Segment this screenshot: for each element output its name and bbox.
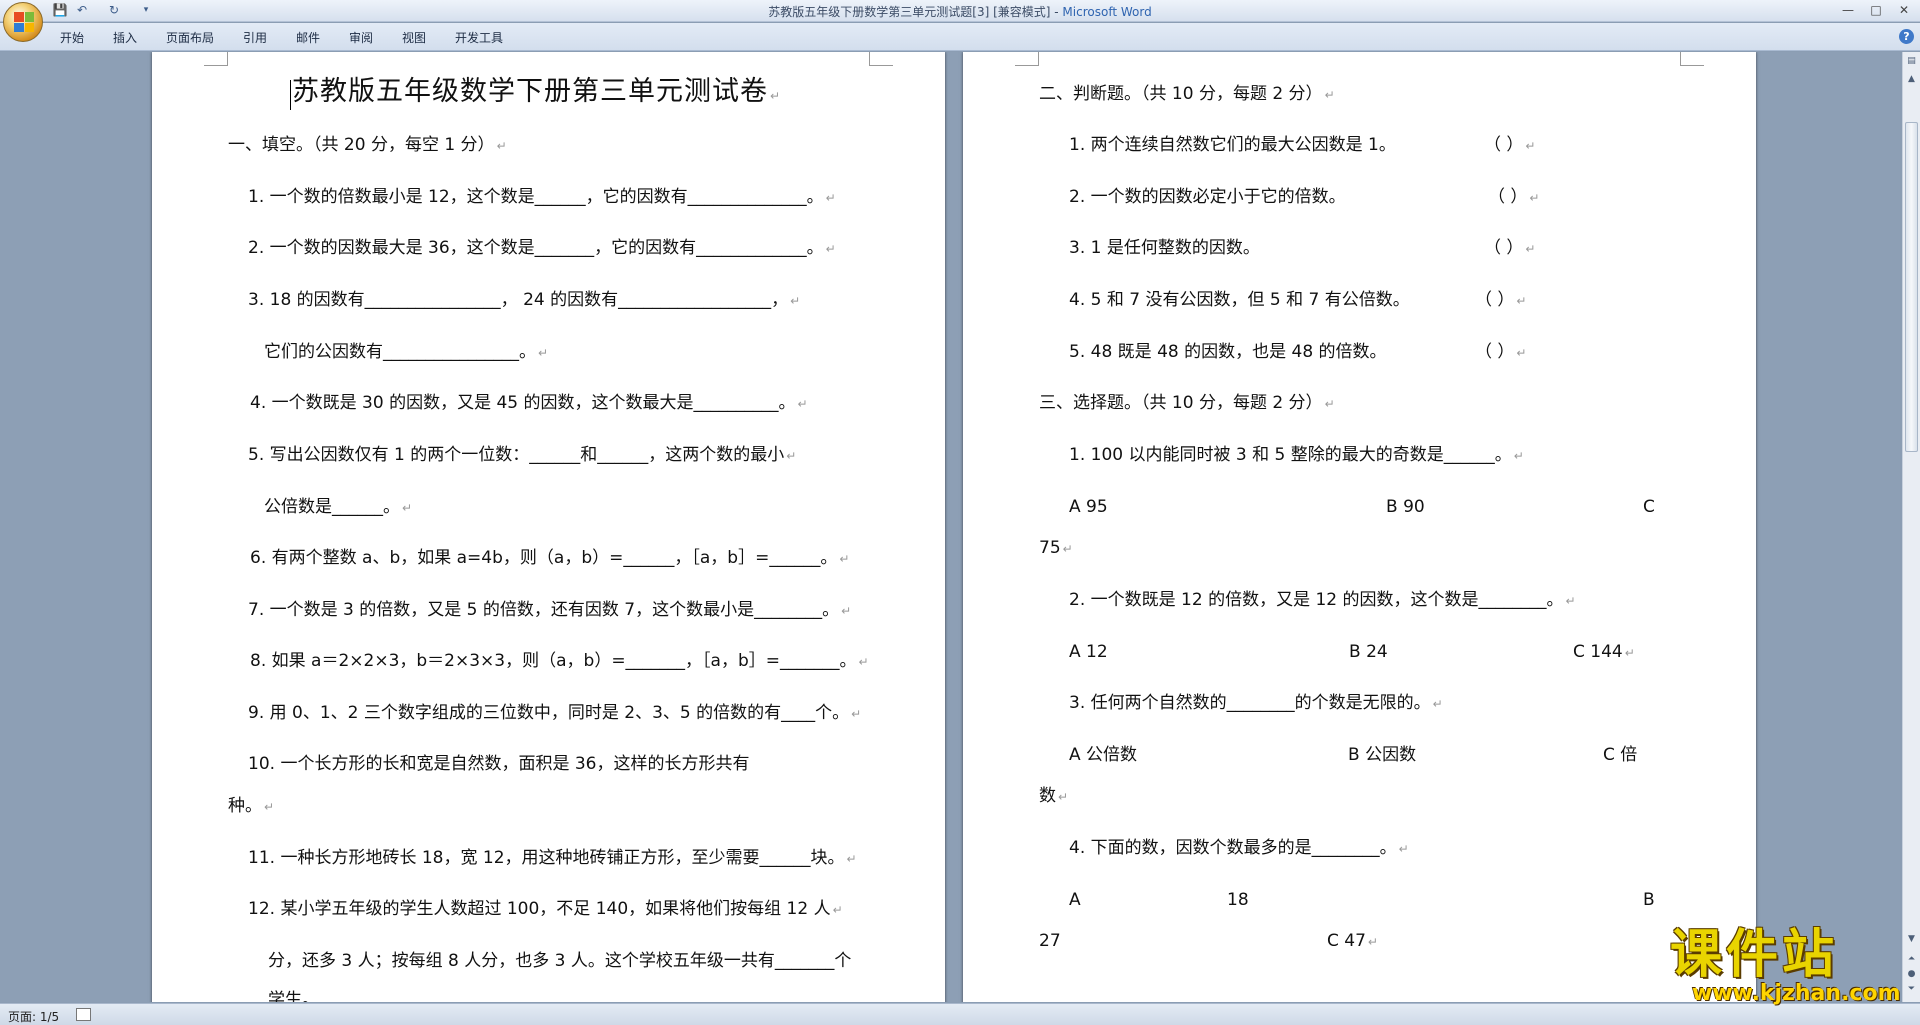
question-line: 种。 ↵ <box>228 796 275 816</box>
minimize-button[interactable]: — <box>1836 2 1860 18</box>
document-page-2[interactable]: 二、判断题。（共 10 分，每题 2 分） ↵ 1. 两个连续自然数它们的最大公因… <box>963 52 1756 1002</box>
question-line: 2. 一个数的因数必定小于它的倍数。 <box>1069 187 1346 207</box>
answer-bracket[interactable]: （ ） ↵ <box>1475 288 1526 313</box>
question-line: 2. 一个数既是 12 的倍数，又是 12 的因数，这个数是________。 ↵ <box>1069 590 1576 610</box>
answer-bracket[interactable]: （ ） ↵ <box>1484 133 1535 158</box>
question-line: 10. 一个长方形的长和宽是自然数，面积是 36，这样的长方形共有 <box>248 754 750 774</box>
help-icon[interactable]: ? <box>1899 29 1914 44</box>
page-title: 苏教版五年级数学下册第三单元测试卷 ↵ <box>292 76 782 107</box>
question-line: 8. 如果 a＝2×2×3，b＝2×3×3，则（a，b）=_______，［a，… <box>250 651 869 671</box>
status-bar: 页面: 1/5 <box>0 1003 1920 1025</box>
question-line: 12. 某小学五年级的学生人数超过 100，不足 140，如果将他们按每组 12… <box>248 899 843 919</box>
scroll-up-icon[interactable]: ▲ <box>1905 72 1918 86</box>
watermark-logo: 课件站 www.kjzhan.com <box>1670 925 1905 1006</box>
browse-object-icon[interactable]: ● <box>1905 967 1918 981</box>
option-c-value: 75 ↵ <box>1039 538 1073 558</box>
tab-developer[interactable]: 开发工具 <box>455 29 503 46</box>
previous-page-icon[interactable]: ⏶ <box>1905 952 1918 966</box>
option-b: B 90 <box>1386 497 1425 517</box>
question-line: 11. 一种长方形地砖长 18，宽 12，用这种地砖铺正方形，至少需要_____… <box>248 848 857 868</box>
answer-bracket[interactable]: （ ） ↵ <box>1475 340 1526 365</box>
question-line: 1. 一个数的倍数最小是 12，这个数是______，它的因数有________… <box>248 187 836 207</box>
tab-view[interactable]: 视图 <box>402 29 426 46</box>
question-line: 3. 任何两个自然数的________的个数是无限的。 ↵ <box>1069 693 1443 713</box>
question-line: 1. 100 以内能同时被 3 和 5 整除的最大的奇数是______。 ↵ <box>1069 445 1524 465</box>
option-b: B <box>1643 890 1655 910</box>
section-heading: 三、选择题。（共 10 分，每题 2 分） ↵ <box>1039 393 1335 413</box>
tab-mailings[interactable]: 邮件 <box>296 29 320 46</box>
option-b: B 24 <box>1349 642 1388 662</box>
option-c-value: 数 ↵ <box>1039 786 1069 806</box>
question-line: 学生。 <box>268 990 319 1002</box>
ruler-toggle-icon[interactable]: ▤ <box>1905 54 1918 68</box>
question-line: 4. 一个数既是 30 的因数，又是 45 的因数，这个数最大是________… <box>250 393 808 413</box>
question-line: 6. 有两个整数 a、b，如果 a=4b，则（a，b）=______，［a，b］… <box>250 548 850 568</box>
margin-corner-mark <box>204 52 228 66</box>
next-page-icon[interactable]: ⏷ <box>1905 982 1918 996</box>
title-bar: 💾 ↶ ↻ ▾ 苏教版五年级下册数学第三单元测试题[3] [兼容模式] - Mi… <box>0 0 1920 22</box>
question-line: 1. 两个连续自然数它们的最大公因数是 1。 <box>1069 135 1396 155</box>
office-button[interactable] <box>3 2 43 42</box>
question-line: 5. 写出公因数仅有 1 的两个一位数：______和______，这两个数的最… <box>248 445 797 465</box>
question-line: 9. 用 0、1、2 三个数字组成的三位数中，同时是 2、3、5 的倍数的有__… <box>248 703 862 723</box>
question-line: 它们的公因数有________________。 ↵ <box>264 342 549 362</box>
option-c: C <box>1643 497 1655 517</box>
text-cursor <box>290 80 291 110</box>
section-heading: 一、填空。（共 20 分，每空 1 分） ↵ <box>228 135 507 155</box>
option-a: A <box>1069 890 1081 910</box>
question-line: 7. 一个数是 3 的倍数，又是 5 的倍数，还有因数 7，这个数最小是____… <box>248 600 852 620</box>
question-line: 4. 下面的数，因数个数最多的是________。 ↵ <box>1069 838 1409 858</box>
question-line: 分，还多 3 人；按每组 8 人分，也多 3 人。这个学校五年级一共有_____… <box>268 951 852 971</box>
answer-bracket[interactable]: （ ） ↵ <box>1488 185 1539 210</box>
document-page-1[interactable]: 苏教版五年级数学下册第三单元测试卷 ↵ 一、填空。（共 20 分，每空 1 分） ↵… <box>152 52 945 1002</box>
ribbon-tabs: 开始 插入 页面布局 引用 邮件 审阅 视图 开发工具 ? <box>0 23 1920 51</box>
close-button[interactable]: ✕ <box>1892 2 1916 18</box>
question-line: 3. 1 是任何整数的因数。 <box>1069 238 1260 258</box>
page-count[interactable]: 页面: 1/5 <box>8 1008 59 1025</box>
question-line: 3. 18 的因数有________________， 24 的因数有_____… <box>248 290 801 310</box>
option-a: A 公倍数 <box>1069 745 1138 765</box>
document-title: 苏教版五年级下册数学第三单元测试题[3] [兼容模式] - <box>768 5 1063 19</box>
app-name: Microsoft Word <box>1062 5 1152 19</box>
option-b-value: 27 <box>1039 931 1061 951</box>
question-line: 公倍数是______。 ↵ <box>264 497 413 517</box>
tab-home[interactable]: 开始 <box>60 29 84 46</box>
option-c: C 47 ↵ <box>1327 931 1378 951</box>
watermark-text: 课件站 <box>1670 925 1839 985</box>
option-b: B 公因数 <box>1348 745 1417 765</box>
tab-references[interactable]: 引用 <box>243 29 267 46</box>
question-line: 4. 5 和 7 没有公因数，但 5 和 7 有公倍数。 <box>1069 290 1410 310</box>
maximize-button[interactable]: □ <box>1864 2 1888 18</box>
tab-insert[interactable]: 插入 <box>113 29 137 46</box>
section-heading: 二、判断题。（共 10 分，每题 2 分） ↵ <box>1039 84 1335 104</box>
tab-page-layout[interactable]: 页面布局 <box>166 29 214 46</box>
tab-review[interactable]: 审阅 <box>349 29 373 46</box>
option-c: C 倍 <box>1603 745 1638 765</box>
margin-corner-mark <box>1680 52 1704 66</box>
option-c: C 144 ↵ <box>1573 642 1635 662</box>
margin-corner-mark <box>1015 52 1039 66</box>
office-logo-icon <box>14 12 34 32</box>
scroll-thumb[interactable] <box>1905 122 1918 452</box>
question-line: 2. 一个数的因数最大是 36，这个数是_______，它的因数有_______… <box>248 238 836 258</box>
margin-corner-mark <box>869 52 893 66</box>
question-line: 5. 48 既是 48 的因数，也是 48 的倍数。 <box>1069 342 1387 362</box>
watermark-url: www.kjzhan.com <box>1692 981 1901 1006</box>
option-a-value: 18 <box>1227 890 1249 910</box>
answer-bracket[interactable]: （ ） ↵ <box>1484 236 1535 261</box>
document-workspace[interactable]: 苏教版五年级数学下册第三单元测试卷 ↵ 一、填空。（共 20 分，每空 1 分） ↵… <box>0 52 1900 1002</box>
scroll-down-icon[interactable]: ▼ <box>1905 932 1918 946</box>
vertical-scrollbar[interactable]: ▤ ▲ ▼ ⏶ ● ⏷ <box>1902 52 1920 1002</box>
proofing-status-icon[interactable] <box>76 1008 91 1021</box>
window-title: 苏教版五年级下册数学第三单元测试题[3] [兼容模式] - Microsoft … <box>0 3 1920 20</box>
option-a: A 12 <box>1069 642 1108 662</box>
option-a: A 95 <box>1069 497 1108 517</box>
